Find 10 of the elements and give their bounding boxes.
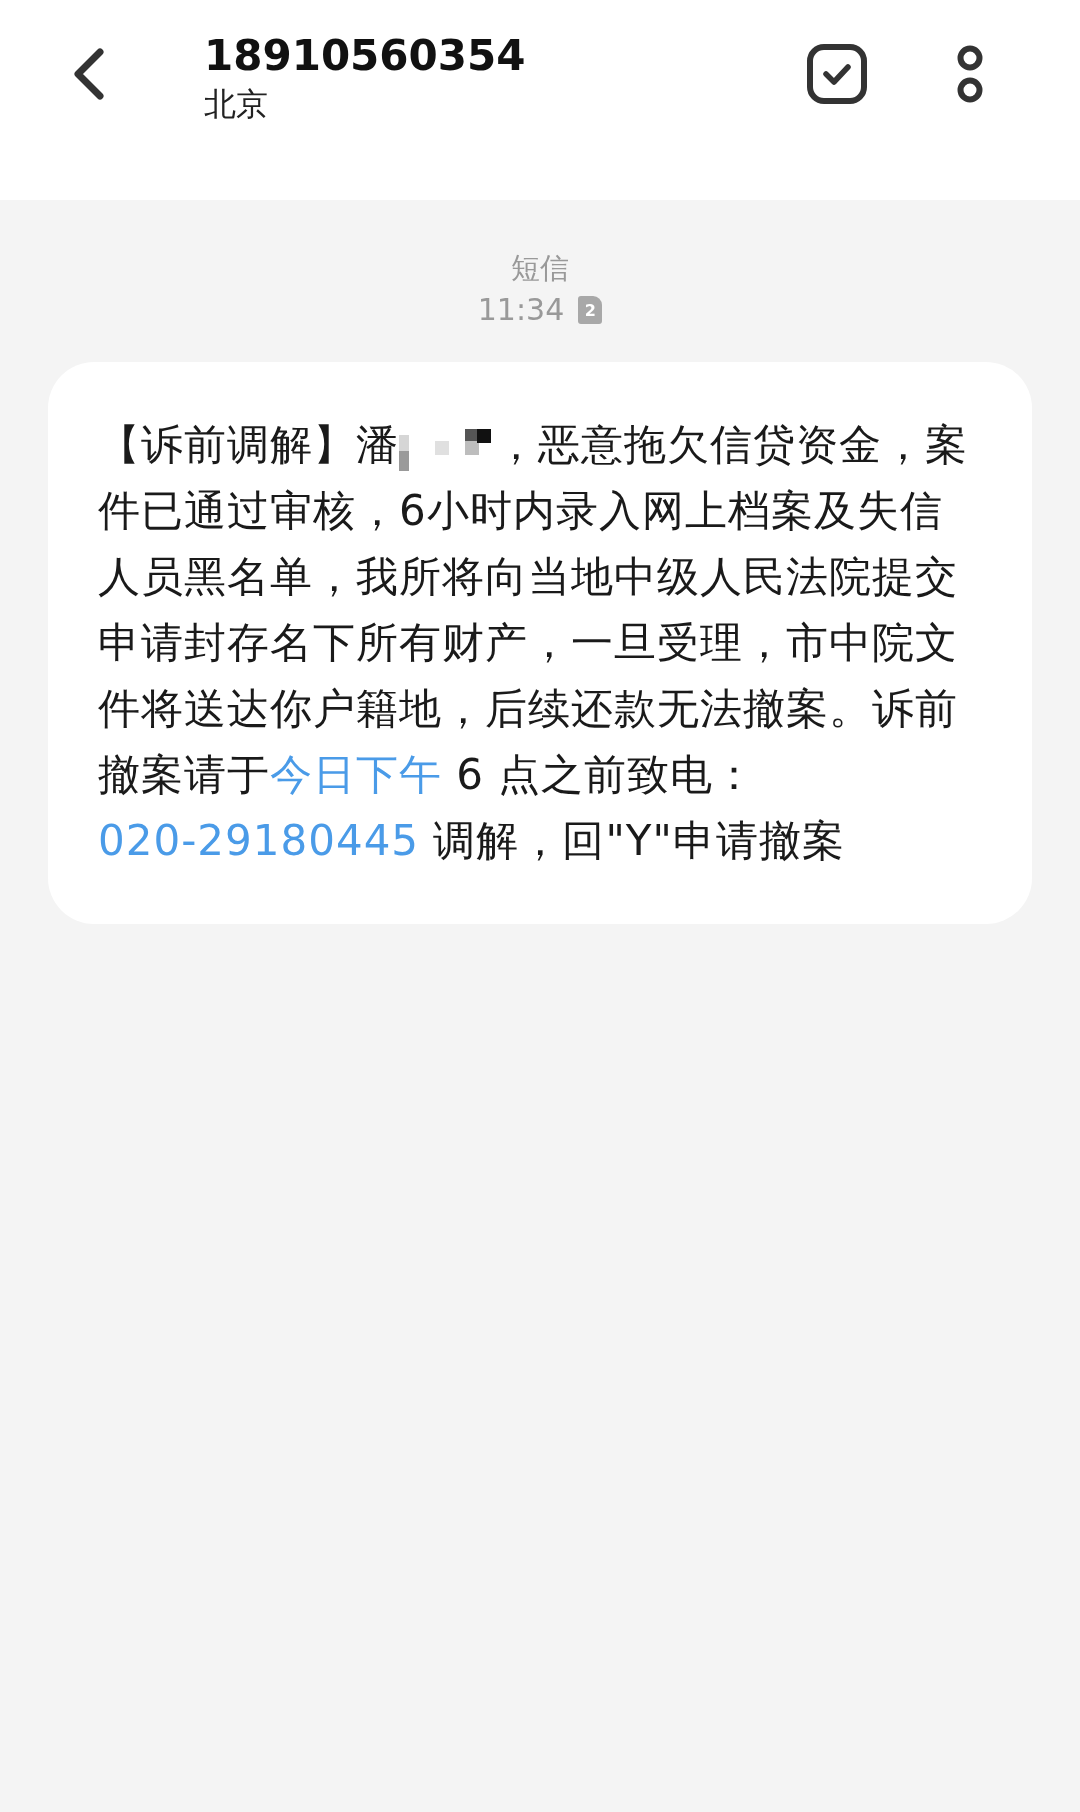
select-checkbox-icon[interactable] [806,43,868,105]
link[interactable]: 020-29180445 [98,816,420,865]
message-type-label: 短信 [511,250,569,287]
message-text: 【诉前调解】潘 ，恶意拖欠信贷资金，案件已通过审核，6小时内录入网上档案及失信人员黑名单，我所将向当地中级人民法院提交申请封存名下所有财产，一旦受理，市中院文件将送达你户籍地，后续还款无法撤案。诉前撤案请于今日下午 6 点之前致电： 020-29180445 调解，回"Y"申请撤案 [98,419,969,867]
contact-location: 北京 [204,84,269,125]
contact-number: 18910560354 [204,30,527,82]
sim-card-badge: 2 [578,296,603,324]
message-time: 11:34 [477,291,565,329]
link[interactable]: 今日下午 [270,750,442,799]
more-options-icon[interactable] [956,44,984,104]
